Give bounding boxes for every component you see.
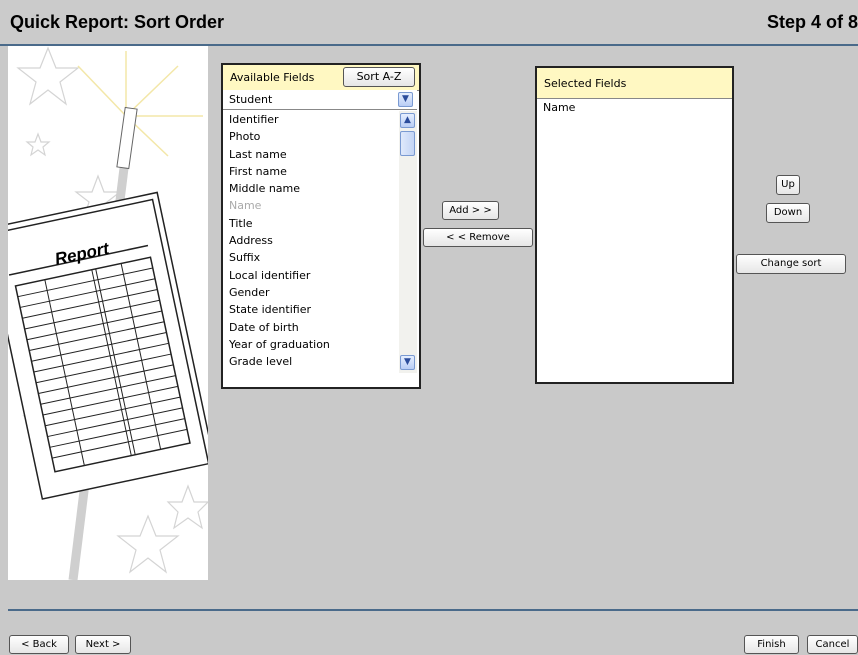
selected-fields-list[interactable]: Name (537, 99, 732, 116)
back-button[interactable]: < Back (9, 635, 69, 654)
available-fields-title: Available Fields (230, 71, 315, 84)
cancel-button[interactable]: Cancel (807, 635, 858, 654)
move-up-button[interactable]: Up (776, 175, 800, 195)
available-fields-list[interactable]: Identifier Photo Last name First name Middle… (223, 111, 399, 373)
next-button[interactable]: Next > (75, 635, 131, 654)
remove-button[interactable]: < < Remove (423, 228, 533, 247)
selected-fields-title: Selected Fields (544, 77, 627, 90)
add-button[interactable]: Add > > (442, 201, 499, 220)
list-item[interactable]: Address (223, 232, 399, 249)
scrollbar-thumb[interactable] (400, 131, 415, 156)
finish-button[interactable]: Finish (744, 635, 799, 654)
scroll-up-icon[interactable]: ▲ (400, 113, 415, 128)
list-item[interactable]: Last name (223, 146, 399, 163)
list-item: Name (229, 199, 262, 213)
list-item[interactable]: Date of birth (223, 319, 399, 336)
report-illustration: Report (8, 46, 208, 580)
list-item[interactable]: Suffix (223, 249, 399, 266)
list-item[interactable]: Middle name (223, 180, 399, 197)
footer-divider (8, 609, 858, 611)
list-item[interactable]: Year of graduation (223, 336, 399, 353)
available-fields-header: Available Fields Sort A-Z (223, 65, 419, 91)
list-item[interactable]: State identifier (223, 301, 399, 318)
scroll-down-icon[interactable]: ▼ (400, 355, 415, 370)
list-item[interactable]: Gender (223, 284, 399, 301)
title-bar: Quick Report: Sort Order Step 4 of 8 (0, 0, 858, 46)
chevron-down-icon[interactable]: ▼ (398, 92, 413, 107)
change-sort-button[interactable]: Change sort (736, 254, 846, 274)
list-item[interactable]: Local identifier (223, 267, 399, 284)
page-title: Quick Report: Sort Order (10, 12, 225, 32)
table-select-value: Student (229, 93, 273, 106)
list-item[interactable]: Photo (223, 128, 399, 145)
list-item[interactable]: First name (223, 163, 399, 180)
list-item[interactable]: Grade level (223, 353, 399, 370)
selected-fields-header: Selected Fields (537, 68, 732, 99)
move-down-button[interactable]: Down (766, 203, 810, 223)
list-item[interactable]: Title (223, 215, 399, 232)
table-select[interactable]: Student ▼ (223, 90, 417, 110)
list-item[interactable]: Name (537, 99, 732, 116)
available-fields-scrollbar[interactable]: ▲ ▼ (399, 111, 417, 373)
selected-fields-panel: Selected Fields Name (535, 66, 734, 384)
report-illustration-graphic: Report (8, 46, 208, 580)
step-indicator: Step 4 of 8 (766, 12, 858, 32)
list-item[interactable]: Identifier (223, 111, 399, 128)
available-fields-panel: Available Fields Sort A-Z Student ▼ Iden… (221, 63, 421, 389)
sort-a-z-button[interactable]: Sort A-Z (343, 67, 415, 87)
